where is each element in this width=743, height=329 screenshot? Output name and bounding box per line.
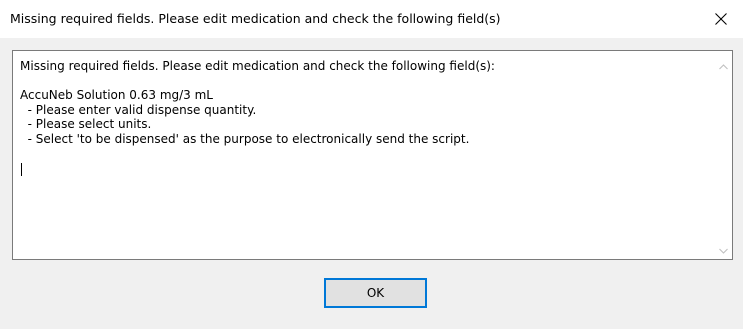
window-title: Missing required fields. Please edit med… — [10, 11, 501, 26]
message-textbox[interactable]: Missing required fields. Please edit med… — [12, 50, 733, 260]
scroll-up-button[interactable] — [715, 56, 732, 73]
message-line: ​ — [20, 74, 706, 89]
message-line: - Select 'to be dispensed' as the purpos… — [20, 131, 470, 146]
chevron-up-icon — [719, 55, 728, 74]
ok-button[interactable]: OK — [324, 278, 427, 308]
scroll-down-button[interactable] — [715, 240, 732, 257]
message-line: AccuNeb Solution 0.63 mg/3 mL — [20, 88, 213, 102]
chevron-down-icon — [719, 239, 728, 258]
title-bar[interactable]: Missing required fields. Please edit med… — [0, 0, 743, 38]
message-dialog: Missing required fields. Please edit med… — [0, 0, 743, 329]
message-line: - Please enter valid dispense quantity. — [20, 102, 257, 117]
message-line: Missing required fields. Please edit med… — [20, 59, 495, 73]
message-text: Missing required fields. Please edit med… — [20, 59, 706, 146]
close-button[interactable] — [699, 0, 743, 38]
close-icon — [715, 13, 727, 25]
message-line: - Please select units. — [20, 117, 152, 131]
text-caret — [21, 163, 22, 176]
vertical-scrollbar[interactable] — [715, 51, 732, 259]
